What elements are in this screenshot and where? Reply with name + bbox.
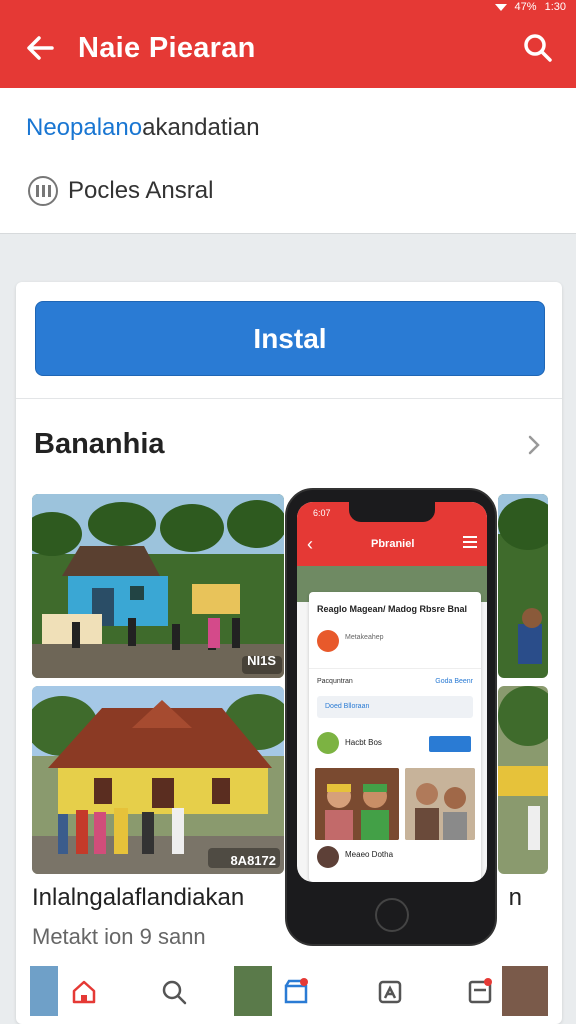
tools-icon[interactable] xyxy=(372,974,408,1010)
screenshot-photo[interactable]: 8A8172 xyxy=(32,686,284,874)
chevron-right-icon[interactable] xyxy=(524,432,544,465)
app-subcaption: Metakt ion 9 sann xyxy=(32,924,206,949)
phone-home-button xyxy=(375,898,409,932)
thumbnail xyxy=(502,966,548,1016)
info-icon xyxy=(28,176,58,206)
battery-level: 47% xyxy=(514,1,537,13)
app-caption-suffix: n xyxy=(508,884,522,911)
back-arrow-icon[interactable] xyxy=(22,30,58,66)
phone-avatar xyxy=(317,846,339,868)
phone-notch xyxy=(349,502,435,522)
info-row-label: Pocles Ansral xyxy=(68,177,214,204)
phone-title: Pbraniel xyxy=(371,538,415,550)
store-icon[interactable] xyxy=(278,974,314,1010)
phone-screen: 6:07 ‹ Pbraniel Reaglo Magean/ Madog Rbs… xyxy=(297,502,487,882)
bottom-nav xyxy=(0,966,576,1024)
status-time: 1:30 xyxy=(544,1,566,13)
thumbnail xyxy=(234,966,272,1016)
divider xyxy=(16,398,562,399)
phone-divider xyxy=(309,668,481,669)
section-title: Bananhia xyxy=(34,428,165,460)
info-card: Neopalanoakandatian Pocles Ansral xyxy=(0,88,576,234)
home-icon[interactable] xyxy=(66,974,102,1010)
phone-footer: Meaeo Dotha xyxy=(345,850,394,859)
phone-menu-icon xyxy=(463,536,477,551)
phone-photo xyxy=(315,768,399,840)
phone-name: Hacbt Bos xyxy=(345,738,382,747)
photo-tag: 8A8172 xyxy=(230,853,276,868)
phone-button xyxy=(429,736,471,752)
search-icon[interactable] xyxy=(156,974,192,1010)
search-icon[interactable] xyxy=(520,30,556,66)
install-button[interactable]: Instal xyxy=(35,301,545,376)
phone-subtitle: Metakeahep xyxy=(345,634,384,641)
developer-link[interactable]: Neopalanoakandatian xyxy=(26,114,260,142)
phone-heading: Reaglo Magean/ Madog Rbsre Bnal xyxy=(317,604,468,614)
screenshot-photo[interactable] xyxy=(498,494,548,678)
thumbnail xyxy=(30,966,58,1016)
status-bar: 47% 1:30 xyxy=(0,0,576,14)
phone-back-icon: ‹ xyxy=(307,534,313,554)
page-title: Naie Piearan xyxy=(78,32,256,64)
status-indicators: 47% 1:30 xyxy=(494,0,566,14)
app-caption: Inlalngalaflandiakan xyxy=(32,884,245,911)
photo-tag: NI1S xyxy=(247,653,276,668)
phone-app-bar: ‹ Pbraniel xyxy=(297,524,487,566)
phone-avatar xyxy=(317,630,339,652)
phone-mockup: 6:07 ‹ Pbraniel Reaglo Magean/ Madog Rbs… xyxy=(285,488,497,946)
screenshot-photo[interactable]: NI1S xyxy=(32,494,284,678)
profile-icon[interactable] xyxy=(462,974,498,1010)
wifi-icon xyxy=(494,3,507,11)
info-row[interactable]: Pocles Ansral xyxy=(28,176,213,206)
phone-input: Doed Blloraan xyxy=(317,696,473,718)
phone-time: 6:07 xyxy=(313,508,331,518)
phone-label-right: Goda Beenr xyxy=(435,678,473,685)
phone-label-left: Pacquntran xyxy=(317,678,353,685)
phone-avatar xyxy=(317,732,339,754)
phone-card: Reaglo Magean/ Madog Rbsre Bnal Metakeah… xyxy=(309,592,481,882)
app-bar: Naie Piearan xyxy=(0,14,576,88)
phone-photo xyxy=(405,768,475,840)
screenshot-photo[interactable] xyxy=(498,686,548,874)
